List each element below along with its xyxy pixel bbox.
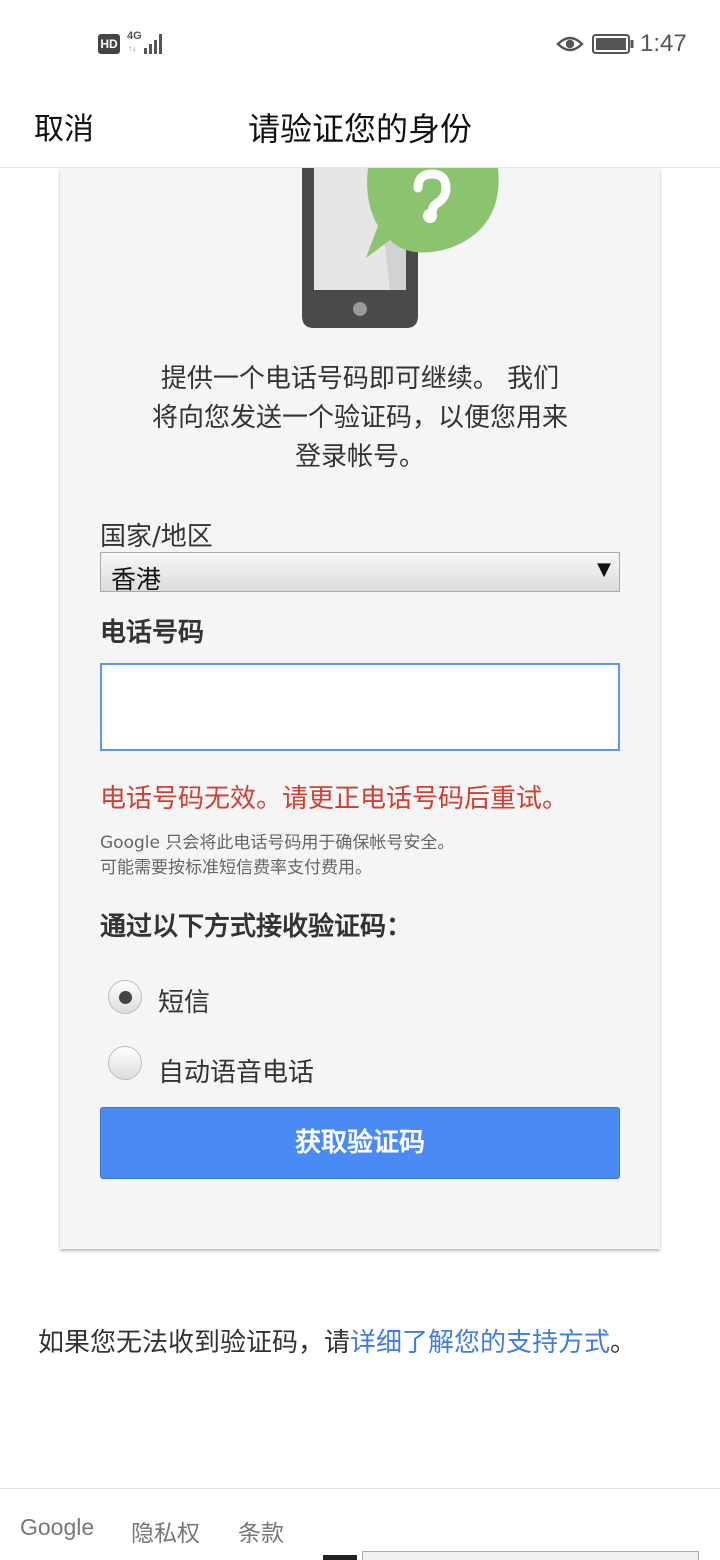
country-label: 国家/地区 xyxy=(100,522,213,552)
phone-label: 电话号码 xyxy=(100,618,205,648)
network-activity: ↑↓ xyxy=(128,44,136,53)
dropdown-arrow-icon: ▼ xyxy=(597,559,611,580)
intro-text: 提供一个电话号码即可继续。 我们 将向您发送一个验证码，以便您用来 登录帐号。 xyxy=(100,360,620,477)
status-time: 1:47 xyxy=(640,30,687,57)
radio-label: 自动语音电话 xyxy=(158,1058,315,1088)
phone-input[interactable] xyxy=(100,663,620,751)
footer: Google 隐私权 条款 xyxy=(0,1488,720,1560)
country-value: 香港 xyxy=(111,565,162,594)
page-title: 请验证您的身份 xyxy=(247,110,472,148)
error-message: 电话号码无效。请更正电话号码后重试。 xyxy=(100,784,569,814)
radio-label: 短信 xyxy=(158,988,211,1018)
battery-icon xyxy=(592,34,634,54)
language-select[interactable] xyxy=(362,1551,699,1560)
intro-line: 提供一个电话号码即可继续。 我们 xyxy=(160,364,560,394)
footer-link-terms[interactable]: 条款 xyxy=(238,1514,284,1548)
support-link[interactable]: 详细了解您的支持方式 xyxy=(350,1328,610,1358)
support-prefix: 如果您无法收到验证码，请 xyxy=(38,1328,351,1358)
radio-button[interactable] xyxy=(108,980,142,1014)
hint-line: Google 只会将此电话号码用于确保帐号安全。 xyxy=(100,833,455,853)
footer-link-google[interactable]: Google xyxy=(20,1514,94,1541)
verification-card: 提供一个电话号码即可继续。 我们 将向您发送一个验证码，以便您用来 登录帐号。 … xyxy=(60,168,660,1249)
app-header: 取消 请验证您的身份 xyxy=(0,88,720,168)
intro-line: 登录帐号。 xyxy=(294,442,425,472)
status-bar: HD 4G ↑↓ 1:47 xyxy=(0,0,720,88)
country-select[interactable]: 香港 ▼ xyxy=(100,552,620,594)
footer-link-privacy[interactable]: 隐私权 xyxy=(131,1514,200,1548)
method-heading: 通过以下方式接收验证码： xyxy=(100,912,413,942)
radio-button[interactable] xyxy=(108,1046,142,1080)
flag-icon xyxy=(323,1555,357,1560)
phone-question-icon xyxy=(302,168,499,328)
support-text: 如果您无法收到验证码，请详细了解您的支持方式。 xyxy=(38,1322,636,1359)
support-suffix: 。 xyxy=(610,1328,637,1358)
intro-line: 将向您发送一个验证码，以便您用来 xyxy=(151,403,568,433)
eye-icon xyxy=(556,36,584,52)
hint-text: Google 只会将此电话号码用于确保帐号安全。 可能需要按标准短信费率支付费用… xyxy=(100,831,454,881)
hint-line: 可能需要按标准短信费率支付费用。 xyxy=(100,858,372,878)
hd-icon: HD xyxy=(98,34,120,54)
radio-selected-dot xyxy=(119,991,132,1004)
signal-icon xyxy=(140,32,164,54)
get-code-button[interactable]: 获取验证码 xyxy=(100,1107,620,1179)
